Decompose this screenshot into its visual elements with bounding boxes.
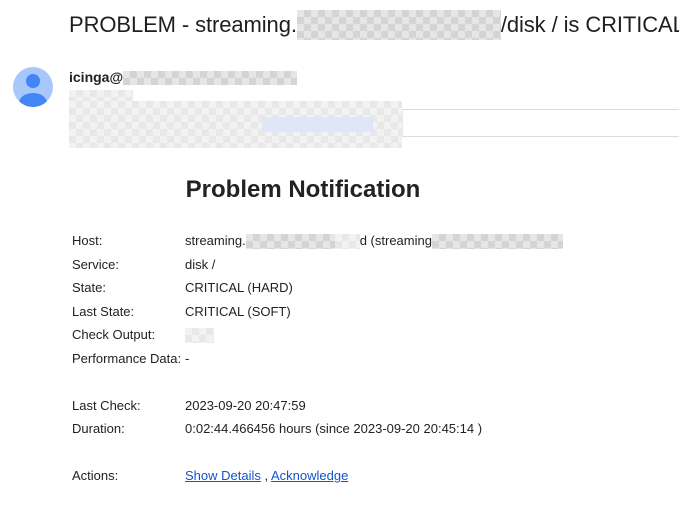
actions-separator: , <box>260 468 271 484</box>
state-label: State: <box>72 280 106 296</box>
detail-row-host: Host: streaming. d (streaming <box>72 229 563 253</box>
notification-details-table: Host: streaming. d (streaming Service: di… <box>69 229 566 488</box>
sender-name[interactable]: icinga@ <box>69 68 298 86</box>
check-output-label: Check Output: <box>72 327 156 343</box>
redacted-hostname <box>296 10 501 40</box>
detail-row-service: Service: disk / <box>72 253 563 277</box>
sender-avatar[interactable] <box>13 67 53 107</box>
detail-row-check-output: Check Output: <box>72 323 563 347</box>
perf-data-value: - <box>185 350 190 366</box>
duration-label: Duration: <box>72 421 125 437</box>
person-icon <box>19 74 47 107</box>
subject-suffix: /disk / is CRITICAL <box>500 12 679 37</box>
detail-row-state: State: CRITICAL (HARD) <box>72 276 563 300</box>
service-label: Service: <box>72 256 119 272</box>
perf-data-label: Performance Data: <box>72 350 182 366</box>
actions-value: Show Details , Acknowledge <box>185 464 563 488</box>
service-value: disk / <box>185 256 216 272</box>
actions-label: Actions: <box>72 468 119 484</box>
redacted-sender-domain <box>123 71 298 86</box>
detail-spacer <box>72 441 563 465</box>
duration-value: 0:02:44.466456 hours (since 2023-09-20 2… <box>185 421 483 437</box>
host-value-mid: d (streaming <box>359 232 432 248</box>
detail-row-last-check: Last Check: 2023-09-20 20:47:59 <box>72 394 563 418</box>
detail-row-duration: Duration: 0:02:44.466456 hours (since 20… <box>72 417 563 441</box>
redacted-host-alias <box>431 233 563 249</box>
sender-prefix: icinga@ <box>69 69 124 85</box>
host-value-prefix: streaming. <box>185 232 246 248</box>
show-details-link[interactable]: Show Details <box>185 468 261 483</box>
last-check-value: 2023-09-20 20:47:59 <box>185 397 306 413</box>
redacted-check-output <box>185 327 214 343</box>
redacted-header-highlight <box>262 117 373 132</box>
email-subject: PROBLEM - streaming. /disk / is CRITICAL <box>69 10 679 40</box>
detail-row-actions: Actions: Show Details , Acknowledge <box>72 464 563 488</box>
check-output-value <box>185 323 563 347</box>
redacted-host-name <box>245 233 335 249</box>
host-label: Host: <box>72 233 103 249</box>
last-check-label: Last Check: <box>72 397 141 413</box>
redacted-host-part <box>334 233 360 249</box>
notification-title: Problem Notification <box>185 176 421 203</box>
acknowledge-link[interactable]: Acknowledge <box>271 468 348 483</box>
last-state-value: CRITICAL (SOFT) <box>185 303 291 319</box>
detail-row-perf-data: Performance Data: - <box>72 347 563 371</box>
host-value: streaming. d (streaming <box>185 229 563 253</box>
detail-spacer <box>72 370 563 394</box>
detail-row-last-state: Last State: CRITICAL (SOFT) <box>72 300 563 324</box>
last-state-label: Last State: <box>72 303 135 319</box>
state-value: CRITICAL (HARD) <box>185 280 293 296</box>
subject-prefix: PROBLEM - streaming. <box>69 12 297 37</box>
header-divider <box>402 109 679 137</box>
